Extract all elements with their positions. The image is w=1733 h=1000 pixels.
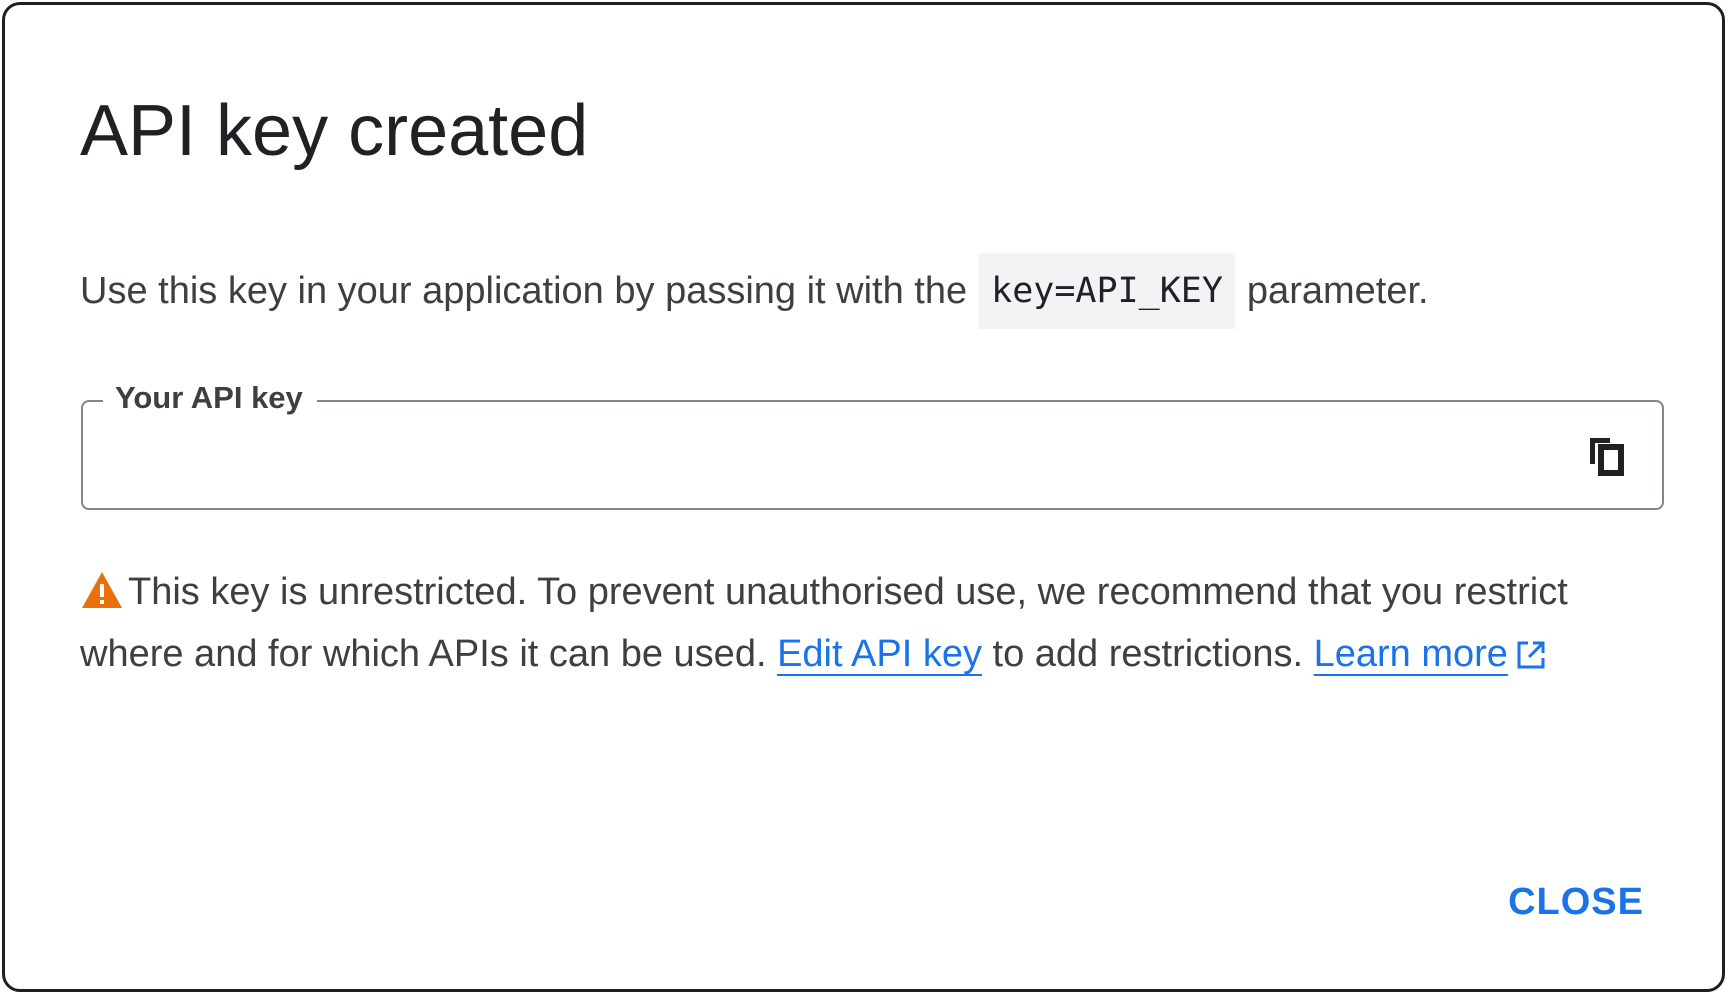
code-snippet: key=API_KEY bbox=[979, 253, 1235, 329]
copy-button[interactable] bbox=[1580, 430, 1632, 482]
api-key-dialog: API key created Use this key in your app… bbox=[2, 2, 1725, 992]
api-key-field-label: Your API key bbox=[103, 373, 317, 423]
description-suffix: parameter. bbox=[1246, 269, 1429, 312]
api-key-input[interactable] bbox=[109, 422, 1513, 490]
close-button[interactable]: CLOSE bbox=[1502, 873, 1650, 932]
warning-text-middle: to add restrictions. bbox=[992, 633, 1304, 675]
dialog-description: Use this key in your application by pass… bbox=[80, 253, 1429, 329]
content-copy-icon bbox=[1590, 438, 1624, 476]
warning-triangle-icon bbox=[82, 572, 122, 608]
learn-more-link[interactable]: Learn more bbox=[1314, 633, 1508, 675]
description-prefix: Use this key in your application by pass… bbox=[80, 269, 968, 312]
learn-more-label: Learn more bbox=[1313, 633, 1508, 675]
unrestricted-key-warning: This key is unrestricted. To prevent una… bbox=[80, 561, 1680, 685]
api-key-field[interactable]: Your API key bbox=[81, 373, 1664, 510]
edit-api-key-link[interactable]: Edit API key bbox=[777, 633, 982, 675]
dialog-title: API key created bbox=[80, 91, 589, 171]
open-in-new-icon[interactable] bbox=[1516, 640, 1546, 670]
